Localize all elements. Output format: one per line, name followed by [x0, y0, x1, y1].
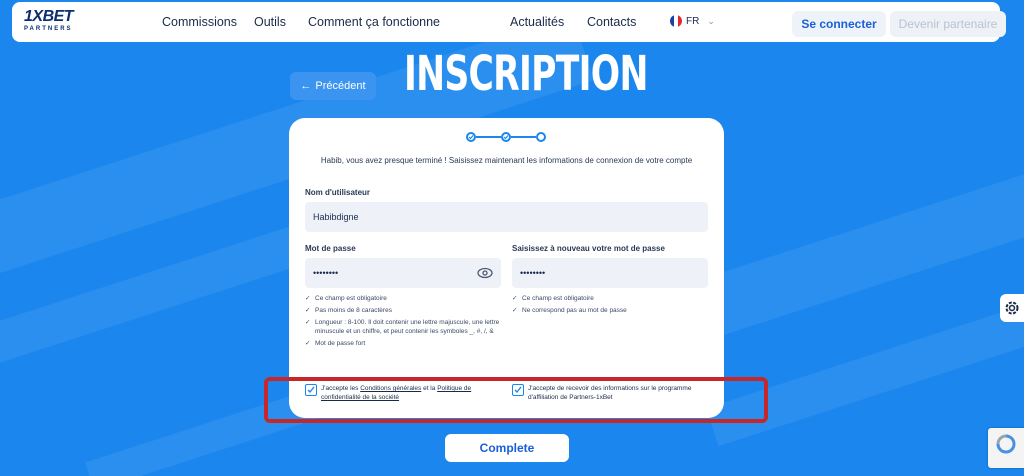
username-field[interactable]: Habibdigne	[305, 202, 708, 232]
step-progress-indicator	[466, 131, 546, 143]
registration-card: Habib, vous avez presque terminé ! Saisi…	[289, 118, 724, 418]
form-intro-text: Habib, vous avez presque terminé ! Saisi…	[320, 156, 693, 165]
recaptcha-badge[interactable]	[988, 428, 1024, 468]
language-code: FR	[686, 15, 700, 27]
username-label: Nom d'utilisateur	[305, 188, 371, 197]
france-flag-icon	[670, 15, 682, 27]
password-field[interactable]: ••••••••	[305, 258, 501, 288]
password-value: ••••••••	[313, 268, 339, 278]
logo[interactable]: 1XBET PARTNERS	[24, 9, 84, 37]
nav-commissions[interactable]: Commissions	[162, 15, 237, 29]
become-partner-button[interactable]: Devenir partenaire	[890, 11, 1006, 37]
back-button[interactable]: ← Précédent	[290, 72, 376, 100]
logo-brand: 1XBET	[24, 8, 74, 25]
step-connector	[511, 136, 536, 138]
recaptcha-icon	[996, 434, 1016, 454]
check-icon: ✓	[305, 295, 311, 302]
back-button-label: Précédent	[315, 80, 366, 92]
complete-button[interactable]: Complete	[445, 434, 569, 462]
arrow-left-icon: ←	[300, 80, 312, 92]
password-label: Mot de passe	[305, 244, 356, 253]
check-icon: ✓	[512, 307, 518, 314]
confirm-password-label: Saisissez à nouveau votre mot de passe	[512, 244, 665, 253]
page-title: INSCRIPTION	[404, 46, 648, 102]
top-navigation-bar: 1XBET PARTNERS Commissions Outils Commen…	[12, 2, 1006, 42]
step-2-dot	[501, 132, 511, 142]
list-item: ✓ Pas moins de 8 caractères	[305, 307, 392, 314]
list-item: ✓ Ne correspond pas au mot de passe	[512, 307, 627, 314]
nav-actualites[interactable]: Actualités	[510, 15, 564, 29]
login-button[interactable]: Se connecter	[792, 11, 886, 37]
eye-icon[interactable]	[477, 265, 493, 281]
nav-comment-ca-fonctionne[interactable]: Comment ça fonctionne	[308, 15, 440, 29]
gear-icon[interactable]	[1000, 294, 1024, 322]
settings-gear-svg	[1005, 301, 1019, 315]
chevron-down-icon: ⌄	[707, 15, 715, 26]
step-connector	[476, 136, 501, 138]
check-icon: ✓	[305, 319, 311, 326]
nav-contacts[interactable]: Contacts	[587, 15, 636, 29]
check-icon: ✓	[305, 340, 311, 347]
step-1-dot	[466, 132, 476, 142]
list-item: ✓ Mot de passe fort	[305, 340, 366, 347]
step-3-dot	[536, 132, 546, 142]
annotation-highlight-box	[264, 377, 768, 423]
check-icon: ✓	[305, 307, 311, 314]
nav-outils[interactable]: Outils	[254, 15, 286, 29]
list-item: ✓ Ce champ est obligatoire	[305, 295, 387, 302]
confirm-password-requirements: ✓ Ce champ est obligatoire ✓ Ne correspond…	[512, 294, 708, 318]
check-icon: ✓	[512, 295, 518, 302]
list-item: ✓ Ce champ est obligatoire	[512, 295, 594, 302]
password-requirements: ✓ Ce champ est obligatoire ✓ Pas moins de …	[305, 294, 501, 351]
language-selector[interactable]: FR ⌄	[670, 15, 715, 27]
list-item: ✓ Longueur : 8-100. Il doit contenir une …	[305, 319, 500, 335]
logo-subtitle: PARTNERS	[24, 26, 73, 32]
confirm-password-field[interactable]: ••••••••	[512, 258, 708, 288]
